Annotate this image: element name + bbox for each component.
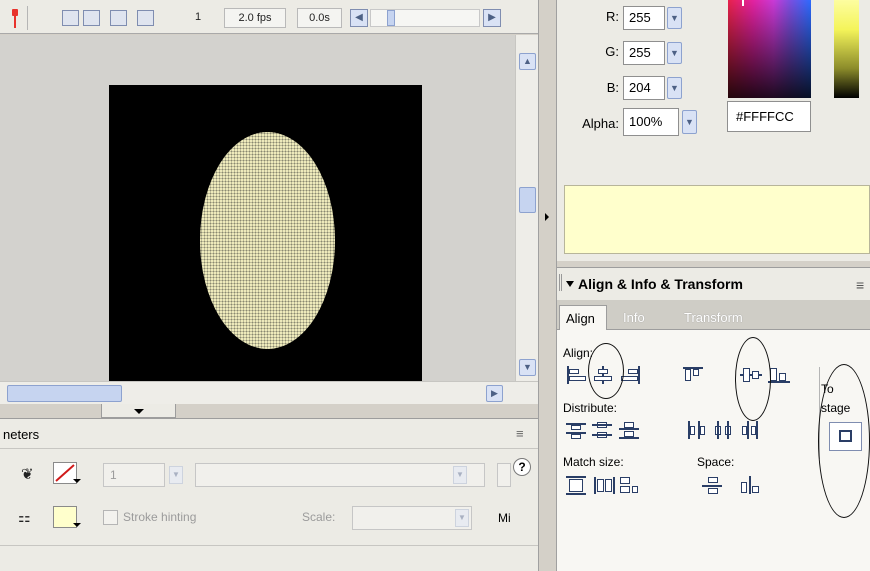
miter-label: Mi <box>498 511 511 525</box>
fill-color-swatch[interactable] <box>53 506 81 528</box>
horizontal-scroll-thumb[interactable] <box>7 385 122 402</box>
parameters-panel-title: neters <box>3 427 40 442</box>
toolbar-separator <box>27 6 28 30</box>
help-icon[interactable]: ? <box>513 458 531 476</box>
stroke-color-swatch[interactable] <box>53 462 81 484</box>
tab-align[interactable]: Align <box>559 305 607 330</box>
stage[interactable] <box>109 85 422 381</box>
current-frame: 1 <box>194 11 202 23</box>
stroke-hinting-label: Stroke hinting <box>123 510 197 524</box>
blue-label: B: <box>606 80 619 95</box>
align-section-label: Align: <box>563 346 594 360</box>
panel-expand-icon[interactable] <box>566 281 574 287</box>
scale-select[interactable] <box>352 506 472 530</box>
distribute-horizontal-center-icon[interactable] <box>714 421 736 439</box>
stroke-style-dropdown-icon[interactable]: ▼ <box>453 466 467 484</box>
elapsed-time: 0.0s <box>297 8 342 28</box>
distribute-bottom-icon[interactable] <box>619 421 641 439</box>
stage-pasteboard <box>0 35 515 381</box>
collapse-arrow-icon[interactable] <box>134 409 144 414</box>
scale-dropdown-icon[interactable]: ▼ <box>455 509 469 527</box>
timeline-toolbar: 1 2.0 fps 0.0s ◀ ▶ <box>0 0 538 34</box>
annotation-circle-horizontal-center <box>588 343 624 399</box>
chevron-down-icon <box>73 479 81 483</box>
align-left-edge-icon[interactable] <box>566 366 588 384</box>
color-preview-swatch <box>564 185 870 254</box>
tab-info[interactable]: Info <box>617 305 651 330</box>
scroll-right-icon[interactable]: ▶ <box>486 385 503 402</box>
space-evenly-horizontally-icon[interactable] <box>740 476 762 494</box>
alpha-dropdown-icon[interactable]: ▼ <box>682 110 697 134</box>
scroll-down-icon[interactable]: ▼ <box>519 359 536 376</box>
annotation-circle-to-stage <box>818 364 870 518</box>
pencil-icon: ❦ <box>21 466 34 483</box>
panel-grip-icon[interactable] <box>559 274 562 291</box>
chevron-down-icon <box>73 523 81 527</box>
green-dropdown-icon[interactable]: ▼ <box>667 42 682 64</box>
center-frame-icon[interactable] <box>62 10 79 26</box>
vertical-scroll-thumb[interactable] <box>519 187 536 213</box>
parameters-panel-header: neters ≡ <box>0 418 538 449</box>
ellipse-shape[interactable] <box>200 132 335 349</box>
scale-label: Scale: <box>302 510 336 524</box>
onion-skin-outlines-icon[interactable] <box>110 10 127 26</box>
custom-stroke-button[interactable] <box>497 463 511 487</box>
panel-splitter[interactable] <box>538 0 557 571</box>
space-section-label: Space: <box>697 455 735 469</box>
properties-panel: ❦ 1 ▼ ▼ ? ⚏ Stroke hinting Scale: ▼ Mi <box>0 449 538 571</box>
annotation-circle-vertical-center <box>735 337 771 421</box>
scroll-left-icon[interactable]: ◀ <box>350 9 368 27</box>
distribute-right-icon[interactable] <box>741 421 763 439</box>
panel-menu-icon[interactable]: ≡ <box>856 277 864 293</box>
timeline-scrollbar-track[interactable] <box>370 9 480 27</box>
hex-color-field[interactable]: #FFFFCC <box>727 101 811 132</box>
red-dropdown-icon[interactable]: ▼ <box>667 7 682 29</box>
frame-rate[interactable]: 2.0 fps <box>224 8 286 28</box>
distribute-top-icon[interactable] <box>566 421 588 439</box>
match-width-and-height-icon[interactable] <box>619 476 641 494</box>
distribute-section-label: Distribute: <box>563 401 618 415</box>
scroll-up-icon[interactable]: ▲ <box>519 53 536 70</box>
paint-bucket-icon: ⚏ <box>18 509 31 525</box>
alpha-field[interactable]: 100% <box>623 108 679 136</box>
align-top-edge-icon[interactable] <box>683 366 705 384</box>
green-field[interactable]: 255 <box>623 41 665 65</box>
match-size-section-label: Match size: <box>563 455 624 469</box>
tab-transform[interactable]: Transform <box>678 305 749 330</box>
red-label: R: <box>606 9 619 24</box>
match-height-icon[interactable] <box>594 476 616 494</box>
onion-skin-icon[interactable] <box>83 10 100 26</box>
stroke-size-field[interactable]: 1 <box>103 463 165 487</box>
alpha-label: Alpha: <box>582 116 619 131</box>
stage-horizontal-scrollbar[interactable]: ▶ <box>0 381 538 404</box>
match-width-icon[interactable] <box>566 476 588 495</box>
playhead-icon[interactable] <box>12 9 18 28</box>
color-spectrum[interactable] <box>728 0 811 98</box>
divider <box>0 545 538 546</box>
panel-divider <box>0 404 538 418</box>
timeline-scrollbar-thumb[interactable] <box>387 10 395 26</box>
stroke-size-dropdown-icon[interactable]: ▼ <box>169 466 183 484</box>
red-field[interactable]: 255 <box>623 6 665 30</box>
distribute-vertical-center-icon[interactable] <box>592 421 614 439</box>
stroke-style-select[interactable] <box>195 463 485 487</box>
stroke-hinting-checkbox[interactable] <box>103 510 118 525</box>
brightness-slider[interactable] <box>834 0 859 98</box>
align-bottom-edge-icon[interactable] <box>768 366 790 384</box>
spectrum-crosshair[interactable] <box>742 0 744 6</box>
blue-field[interactable]: 204 <box>623 76 665 100</box>
stage-vertical-scrollbar[interactable]: ▲ ▼ <box>515 35 538 381</box>
edit-multiple-frames-icon[interactable] <box>137 10 154 26</box>
panel-menu-icon[interactable]: ≡ <box>516 426 524 441</box>
blue-dropdown-icon[interactable]: ▼ <box>667 77 682 99</box>
green-label: G: <box>605 44 619 59</box>
space-evenly-vertically-icon[interactable] <box>702 476 724 494</box>
scroll-right-icon[interactable]: ▶ <box>483 9 501 27</box>
align-panel-title[interactable]: Align & Info & Transform <box>578 276 743 292</box>
distribute-left-icon[interactable] <box>687 421 709 439</box>
expand-arrow-icon[interactable] <box>545 213 549 221</box>
